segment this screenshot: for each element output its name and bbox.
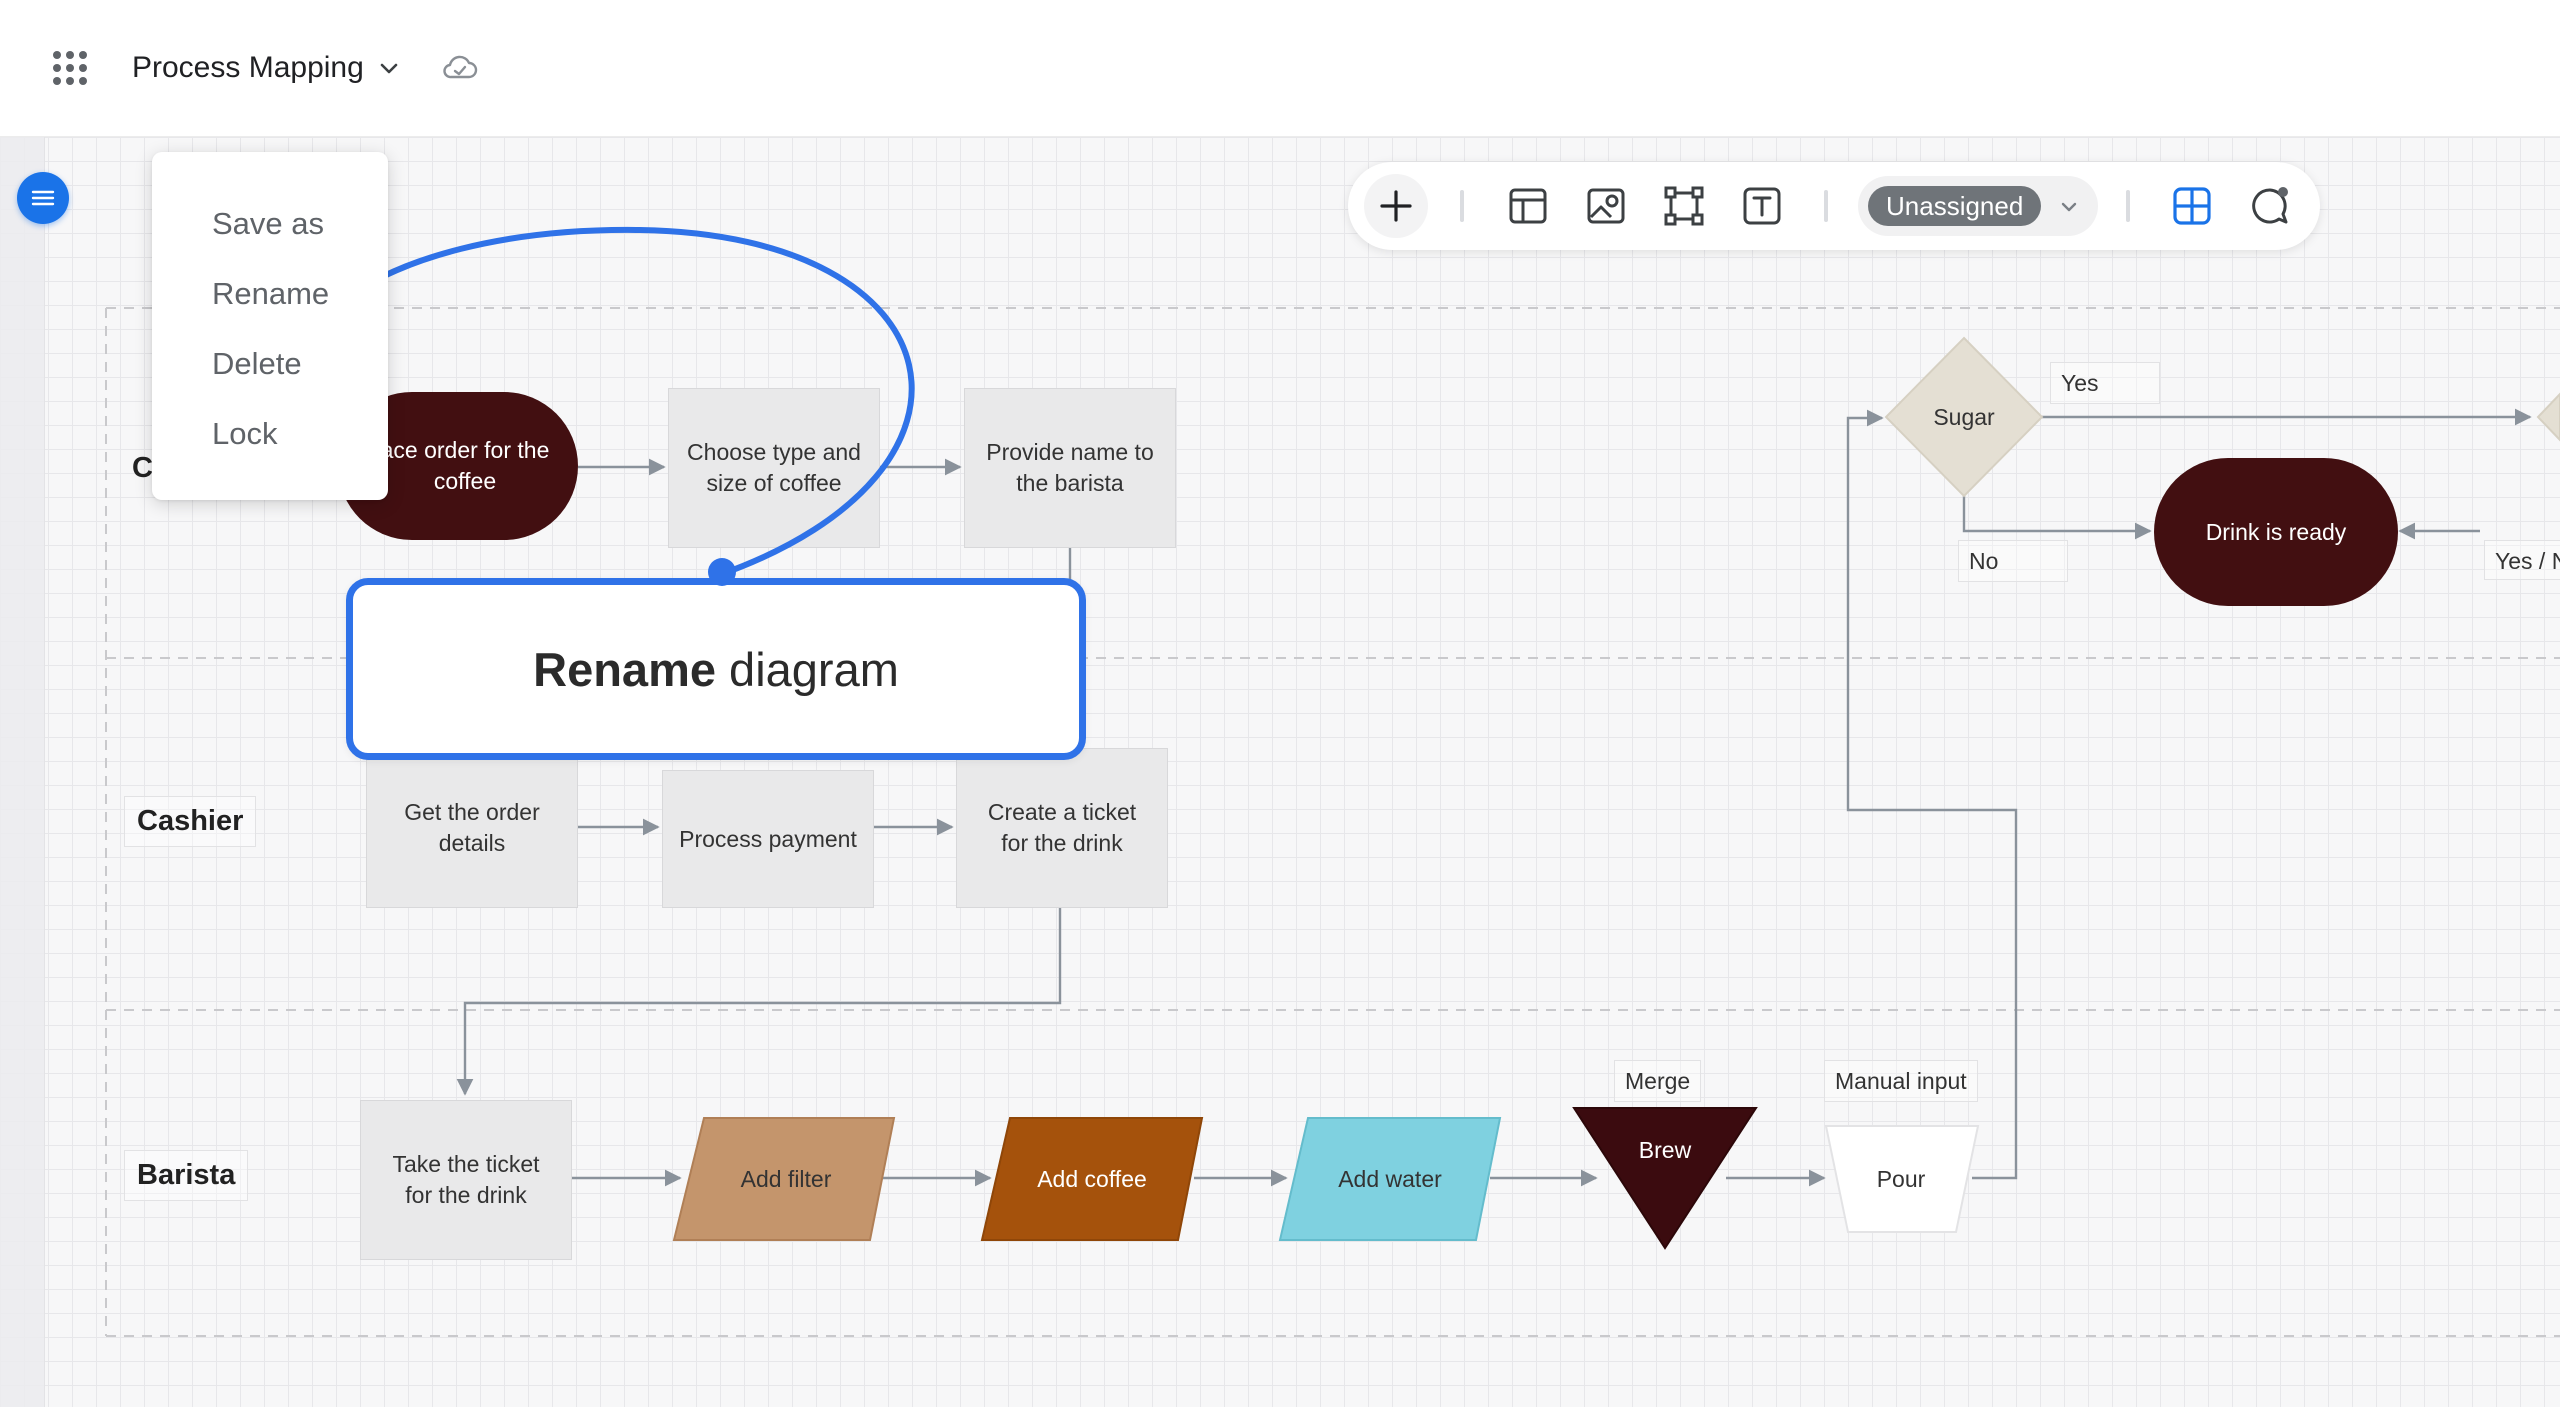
main-menu-button[interactable] [17, 172, 69, 224]
text-box-icon[interactable] [1740, 184, 1784, 228]
layout-template-icon[interactable] [1506, 184, 1550, 228]
diagram-menu-dropdown: Save as Rename Delete Lock [152, 152, 388, 500]
lane-label-barista: Barista [124, 1150, 249, 1201]
assignee-select[interactable]: Unassigned [1858, 176, 2098, 236]
node-take-ticket[interactable]: Take the ticket for the drink [360, 1100, 572, 1260]
assignee-pill: Unassigned [1868, 186, 2042, 226]
node-create-ticket[interactable]: Create a ticket for the drink [956, 748, 1168, 908]
node-add-water[interactable]: Add water [1294, 1118, 1486, 1240]
callout-bold: Rename [533, 642, 716, 696]
plus-icon [1380, 190, 1412, 222]
grid-view-icon[interactable] [2170, 184, 2214, 228]
node-add-filter[interactable]: Add filter [690, 1118, 882, 1240]
comment-icon[interactable] [2248, 184, 2292, 228]
node-sugar[interactable]: Sugar [1900, 392, 2028, 442]
label-yes-no-partial: Yes / N [2484, 540, 2560, 580]
node-choose-type[interactable]: Choose type and size of coffee [668, 388, 880, 548]
node-add-coffee[interactable]: Add coffee [996, 1118, 1188, 1240]
node-get-order[interactable]: Get the order details [366, 748, 578, 908]
add-shape-button[interactable] [1364, 174, 1428, 238]
diagram-toolbar: Unassigned [1348, 162, 2320, 250]
menu-item-delete[interactable]: Delete [212, 342, 302, 386]
menu-item-lock[interactable]: Lock [212, 412, 277, 456]
chevron-down-icon [2061, 202, 2077, 212]
lane-label-cashier: Cashier [124, 796, 257, 847]
menu-item-save-as[interactable]: Save as [212, 202, 324, 246]
label-no: No [1958, 540, 2068, 582]
toolbar-separator [1824, 190, 1828, 222]
next-decision-shape-partial [2536, 392, 2560, 442]
node-pour[interactable]: Pour [1836, 1126, 1966, 1232]
callout-text: Rename diagram [533, 642, 899, 697]
menu-item-rename[interactable]: Rename [212, 272, 329, 316]
frame-icon[interactable] [1662, 184, 1706, 228]
toolbar-separator [1460, 190, 1464, 222]
menu-lines-icon [31, 190, 55, 206]
node-provide-name[interactable]: Provide name to the barista [964, 388, 1176, 548]
callout-rest: diagram [716, 642, 899, 696]
node-brew[interactable]: Brew [1600, 1120, 1730, 1180]
lane-label-customer: C [132, 452, 153, 484]
label-yes: Yes [2050, 362, 2160, 404]
label-manual-input: Manual input [1824, 1060, 1978, 1102]
image-icon[interactable] [1584, 184, 1628, 228]
node-drink-ready[interactable]: Drink is ready [2154, 458, 2398, 606]
rename-callout: Rename diagram [346, 578, 1086, 760]
label-merge: Merge [1614, 1060, 1702, 1102]
node-process-payment[interactable]: Process payment [662, 770, 874, 908]
toolbar-separator [2126, 190, 2130, 222]
